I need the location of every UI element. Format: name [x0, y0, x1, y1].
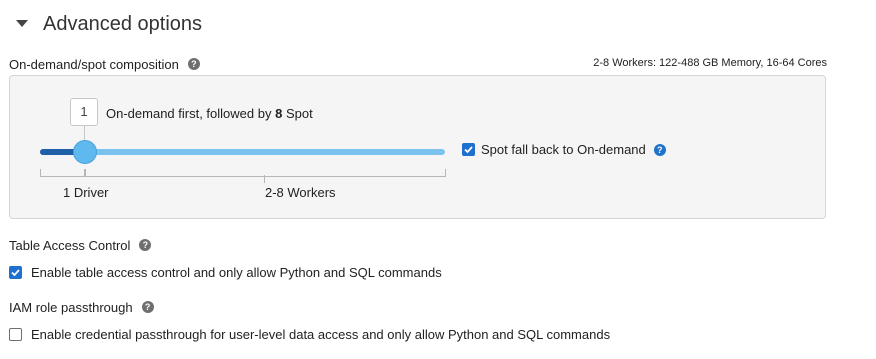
iam-heading: IAM role passthrough: [9, 299, 133, 315]
spot-count: 8: [275, 106, 283, 121]
slider-scale: [40, 169, 446, 177]
iam-option[interactable]: Enable credential passthrough for user-l…: [9, 326, 610, 342]
composition-panel: 1 On-demand first, followed by 8 Spot 1 …: [9, 75, 826, 219]
composition-label-row: On-demand/spot composition ?: [9, 56, 200, 72]
count-connector: [84, 126, 85, 140]
table-access-checkbox[interactable]: [9, 265, 22, 279]
description-suffix: Spot: [285, 106, 313, 121]
advanced-options-toggle[interactable]: Advanced options: [16, 9, 202, 39]
composition-description: On-demand first, followed by 8 Spot: [106, 106, 313, 121]
spot-fallback-label: Spot fall back to On-demand: [481, 142, 646, 157]
help-icon[interactable]: ?: [141, 301, 154, 313]
workers-bracket: [85, 169, 446, 177]
composition-label: On-demand/spot composition: [9, 56, 179, 72]
driver-label: 1 Driver: [63, 185, 109, 200]
table-access-heading-row: Table Access Control ?: [9, 237, 152, 253]
workers-label: 2-8 Workers: [265, 185, 336, 200]
caret-down-icon: [16, 20, 28, 27]
help-icon[interactable]: ?: [653, 143, 666, 156]
composition-summary: 2-8 Workers: 122-488 GB Memory, 16-64 Co…: [593, 57, 827, 69]
driver-bracket: [40, 169, 85, 177]
composition-slider[interactable]: [40, 138, 445, 164]
help-icon[interactable]: ?: [139, 239, 152, 251]
slider-track[interactable]: [40, 149, 445, 155]
description-prefix: On-demand first, followed by: [106, 106, 272, 121]
check-icon: [464, 146, 473, 154]
iam-checkbox[interactable]: [9, 327, 22, 341]
help-icon[interactable]: ?: [187, 58, 200, 70]
spot-fallback-option[interactable]: Spot fall back to On-demand ?: [462, 142, 666, 157]
iam-label: Enable credential passthrough for user-l…: [31, 326, 611, 342]
ondemand-count-input[interactable]: 1: [70, 98, 98, 126]
table-access-label: Enable table access control and only all…: [31, 264, 442, 280]
table-access-option[interactable]: Enable table access control and only all…: [9, 264, 442, 280]
iam-heading-row: IAM role passthrough ?: [9, 299, 154, 315]
section-title: Advanced options: [43, 12, 203, 35]
scale-tick-center: [264, 175, 265, 183]
table-access-heading: Table Access Control: [9, 237, 131, 253]
check-icon: [11, 268, 20, 276]
spot-fallback-checkbox[interactable]: [462, 143, 475, 156]
slider-thumb[interactable]: [72, 140, 97, 164]
